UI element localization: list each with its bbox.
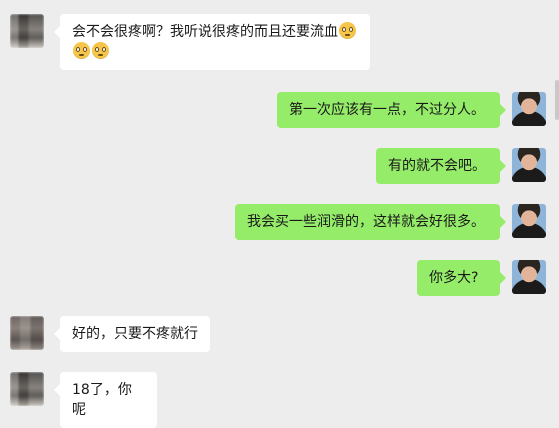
message-text: 第一次应该有一点，不过分人。 <box>289 102 485 118</box>
message-row-outgoing: 有的就不会吧。 <box>0 148 559 184</box>
message-row-incoming: 好的，只要不疼就行 <box>0 316 559 352</box>
woozy-face-icon <box>339 22 356 39</box>
chat-message-list: 会不会很疼啊？我听说很疼的而且还要流血 第一次应该有一点，不过分人。 有的就不会… <box>0 0 559 428</box>
message-row-outgoing: 我会买一些润滑的，这样就会好很多。 <box>0 204 559 240</box>
message-row-incoming: 会不会很疼啊？我听说很疼的而且还要流血 <box>0 14 559 74</box>
message-text: 会不会很疼啊？我听说很疼的而且还要流血 <box>72 24 338 40</box>
message-bubble-outgoing[interactable]: 我会买一些润滑的，这样就会好很多。 <box>235 204 506 240</box>
message-bubble-outgoing[interactable]: 你多大? <box>417 260 506 296</box>
message-text: 有的就不会吧。 <box>388 158 486 174</box>
woozy-face-icon <box>92 42 109 59</box>
message-row-outgoing: 第一次应该有一点，不过分人。 <box>0 92 559 128</box>
contact-avatar[interactable] <box>10 372 44 406</box>
self-avatar[interactable] <box>512 204 546 238</box>
message-bubble-incoming[interactable]: 18了，你呢 <box>54 372 157 428</box>
message-row-incoming: 18了，你呢 <box>0 372 559 428</box>
message-text: 你多大? <box>429 270 479 286</box>
self-avatar[interactable] <box>512 260 546 294</box>
scrollbar-thumb[interactable] <box>555 80 559 120</box>
contact-avatar[interactable] <box>10 316 44 350</box>
message-bubble-outgoing[interactable]: 第一次应该有一点，不过分人。 <box>277 92 506 128</box>
self-avatar[interactable] <box>512 148 546 182</box>
message-text: 18了，你呢 <box>72 382 132 418</box>
message-bubble-incoming[interactable]: 好的，只要不疼就行 <box>54 316 210 352</box>
self-avatar[interactable] <box>512 92 546 126</box>
message-text: 好的，只要不疼就行 <box>72 326 198 342</box>
contact-avatar[interactable] <box>10 14 44 48</box>
message-row-outgoing: 你多大? <box>0 260 559 296</box>
woozy-face-icon <box>73 42 90 59</box>
message-bubble-incoming[interactable]: 会不会很疼啊？我听说很疼的而且还要流血 <box>54 14 370 70</box>
message-bubble-outgoing[interactable]: 有的就不会吧。 <box>376 148 506 184</box>
message-text: 我会买一些润滑的，这样就会好很多。 <box>247 214 485 230</box>
